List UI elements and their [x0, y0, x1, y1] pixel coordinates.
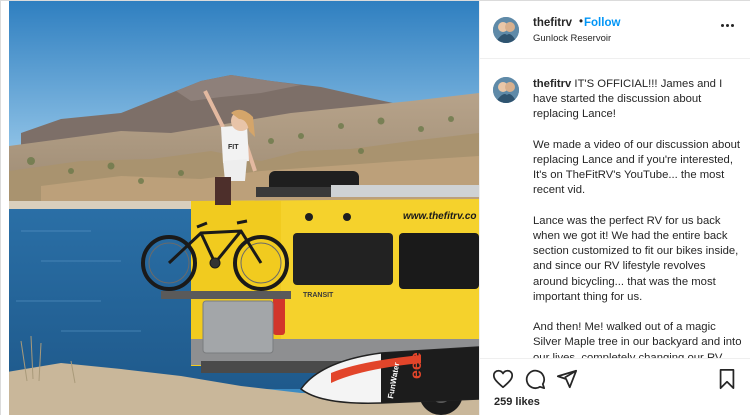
- caption-paragraph: Lance was the perfect RV for us back whe…: [533, 214, 739, 303]
- share-icon[interactable]: [556, 368, 578, 390]
- caption-paragraph: And then! Me! walked out of a magic Silv…: [533, 321, 742, 358]
- action-bar: 259 likes: [480, 358, 750, 415]
- post-header: thefitrv • Follow Gunlock Reservoir: [480, 1, 750, 59]
- avatar[interactable]: [493, 77, 519, 103]
- separator-dot: •: [579, 16, 584, 28]
- instagram-post: www.thefitrv.co TRANSIT FIT eee FunWater…: [0, 0, 750, 415]
- caption-area: thefitrv IT'S OFFICIAL!!! James and I ha…: [480, 60, 750, 358]
- caption-paragraph: We made a video of our discussion about …: [533, 138, 741, 197]
- heart-icon[interactable]: [492, 368, 514, 390]
- follow-button[interactable]: Follow: [584, 17, 620, 29]
- post-username[interactable]: thefitrv: [533, 17, 572, 29]
- post-photo[interactable]: www.thefitrv.co TRANSIT FIT eee FunWater: [1, 1, 479, 415]
- caption-username[interactable]: thefitrv: [533, 78, 571, 90]
- more-options-icon[interactable]: [721, 23, 735, 29]
- svg-text:FIT: FIT: [228, 144, 239, 151]
- post-side-panel: thefitrv • Follow Gunlock Reservoir thef…: [479, 1, 750, 415]
- board-graphic-text: eee: [408, 352, 425, 379]
- rv-lake-photo: www.thefitrv.co TRANSIT FIT eee FunWater: [1, 1, 479, 415]
- bookmark-icon[interactable]: [716, 368, 738, 390]
- van-brand-text: TRANSIT: [303, 292, 334, 299]
- avatar[interactable]: [493, 17, 519, 43]
- van-website-text: www.thefitrv.co: [403, 211, 477, 222]
- like-count[interactable]: 259 likes: [494, 396, 540, 408]
- comment-icon[interactable]: [524, 368, 546, 390]
- post-location[interactable]: Gunlock Reservoir: [533, 33, 611, 44]
- post-caption: thefitrv IT'S OFFICIAL!!! James and I ha…: [533, 77, 743, 358]
